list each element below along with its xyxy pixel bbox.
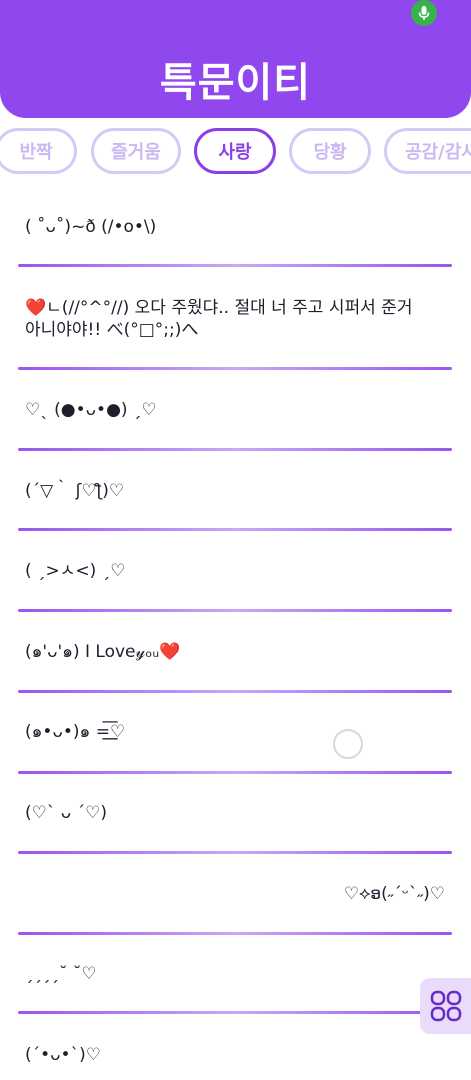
emoticon-text: (♡ˋ ᴗ ˊ♡) [25, 803, 107, 823]
divider [18, 771, 452, 774]
tab-joy[interactable]: 즐거움 [91, 128, 181, 174]
divider [18, 690, 452, 693]
category-tabs: 반짝 즐거움 사랑 당황 공감/감사 [0, 128, 471, 178]
mic-icon [418, 6, 430, 20]
app-header: 특문이티 [0, 0, 471, 118]
emoticon-text: ( ˏ>ㅅ<) ˏ♡ [25, 561, 126, 581]
emoticon-text: (๑'ᴗ'๑) I Love𝓎ₒᵤ❤️ [25, 642, 181, 662]
divider [18, 851, 452, 854]
emoticon-text: ♡ˎ (●•ᴗ•●) ˏ♡ [25, 400, 157, 420]
app-title: 특문이티 [159, 60, 312, 106]
divider [18, 932, 452, 935]
divider [18, 1011, 452, 1014]
tab-love[interactable]: 사랑 [194, 128, 276, 174]
emoticon-text: ♡⟡ອ(˶ˊᵕˋ˶)♡ [343, 884, 445, 904]
divider [18, 448, 452, 451]
floating-touch-indicator[interactable] [333, 729, 363, 759]
divider [18, 264, 452, 267]
tab-embarrassed[interactable]: 당황 [289, 128, 371, 174]
grid-menu-button[interactable] [420, 978, 471, 1034]
grid-icon [430, 990, 461, 1022]
emoticon-text: ( ˚ᴗ˚)~ð (/•o•\) [25, 217, 157, 237]
emoticon-text: (´▽｀ ʃ♡ƪ)♡ [25, 481, 125, 501]
mic-button[interactable] [411, 0, 437, 26]
divider [18, 367, 452, 370]
divider [18, 609, 452, 612]
emoticon-text: ❤️ㄴ(//°^°//) 오다 주웠댜.. 절대 너 주고 시퍼서 준거 아니야… [25, 298, 413, 340]
tab-sparkle[interactable]: 반짝 [0, 128, 77, 174]
divider [18, 528, 452, 531]
emoticon-text: ˏˏˏˏ˘ ˘♡ [25, 964, 97, 984]
tab-empathy[interactable]: 공감/감사 [384, 128, 471, 174]
emoticon-text: (๑•ᴗ•)๑ =͟͟͞♡ [25, 722, 126, 742]
emoticon-text: (´•ᴗ•`)♡ [25, 1045, 101, 1065]
